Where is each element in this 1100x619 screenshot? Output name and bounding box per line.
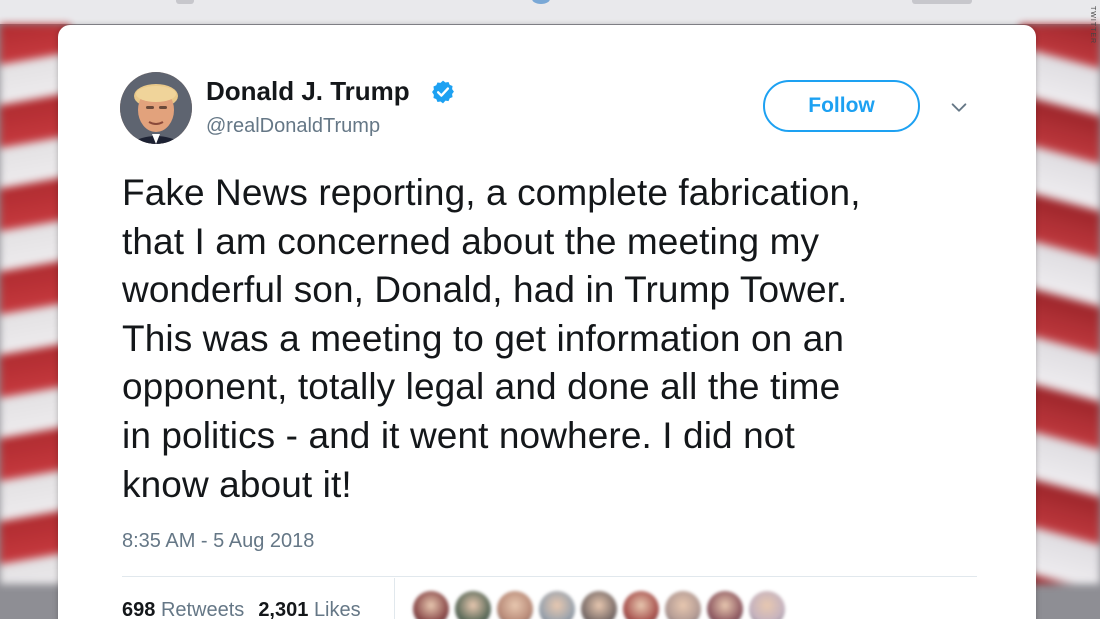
verified-badge-icon: [432, 80, 454, 104]
author-handle[interactable]: @realDonaldTrump: [206, 115, 380, 138]
tweet-text-line: opponent, totally legal and done all the…: [122, 366, 841, 408]
retweets-label: Retweets: [160, 599, 245, 619]
watermark: TWITTER: [1089, 6, 1096, 45]
tweet-text-line: Fake News reporting, a complete fabricat…: [122, 172, 861, 213]
screen: TWITTER Donald J. Trump @realDonaldTrump…: [0, 0, 1100, 619]
liker-avatar[interactable]: [539, 591, 575, 619]
author-name[interactable]: Donald J. Trump: [206, 76, 410, 107]
toolbar-ghost-field: [912, 0, 972, 4]
tweet-stats: 698 Retweets 2,301 Likes: [122, 599, 361, 619]
tweet-text-line: This was a meeting to get information on…: [122, 317, 845, 359]
likes-count: 2,301: [258, 599, 309, 619]
tweet-text: Fake News reporting, a complete fabricat…: [122, 169, 1002, 509]
liker-avatar[interactable]: [623, 591, 659, 619]
tweet-text-line: that I am concerned about the meeting my: [122, 220, 820, 262]
tweet-timestamp[interactable]: 8:35 AM - 5 Aug 2018: [122, 530, 314, 553]
liker-avatar[interactable]: [581, 591, 617, 619]
liker-avatar[interactable]: [749, 591, 785, 619]
liker-avatars: [413, 591, 785, 619]
liker-avatar[interactable]: [497, 591, 533, 619]
toolbar-ghost-icon: [176, 0, 194, 4]
toolbar-ghost-icon: [532, 0, 550, 4]
liker-avatar[interactable]: [413, 591, 449, 619]
liker-avatar[interactable]: [665, 591, 701, 619]
stats-divider: [394, 578, 395, 619]
divider: [122, 576, 977, 577]
follow-button[interactable]: Follow: [763, 80, 920, 132]
likes-stat[interactable]: 2,301 Likes: [258, 599, 360, 619]
likes-label: Likes: [313, 599, 361, 619]
tweet-text-line: know about it!: [122, 463, 352, 505]
retweets-stat[interactable]: 698 Retweets: [122, 599, 244, 619]
tweet-text-line: in politics - and it went nowhere. I did…: [122, 414, 795, 456]
browser-top-bar: [0, 0, 1100, 24]
liker-avatar[interactable]: [707, 591, 743, 619]
tweet-card: Donald J. Trump @realDonaldTrump Follow …: [58, 25, 1036, 619]
retweets-count: 698: [122, 599, 156, 619]
liker-avatar[interactable]: [455, 591, 491, 619]
avatar-portrait-icon: [120, 72, 192, 144]
tweet-text-line: wonderful son, Donald, had in Trump Towe…: [122, 269, 848, 311]
chevron-down-icon[interactable]: [948, 97, 970, 119]
avatar[interactable]: [120, 72, 192, 144]
